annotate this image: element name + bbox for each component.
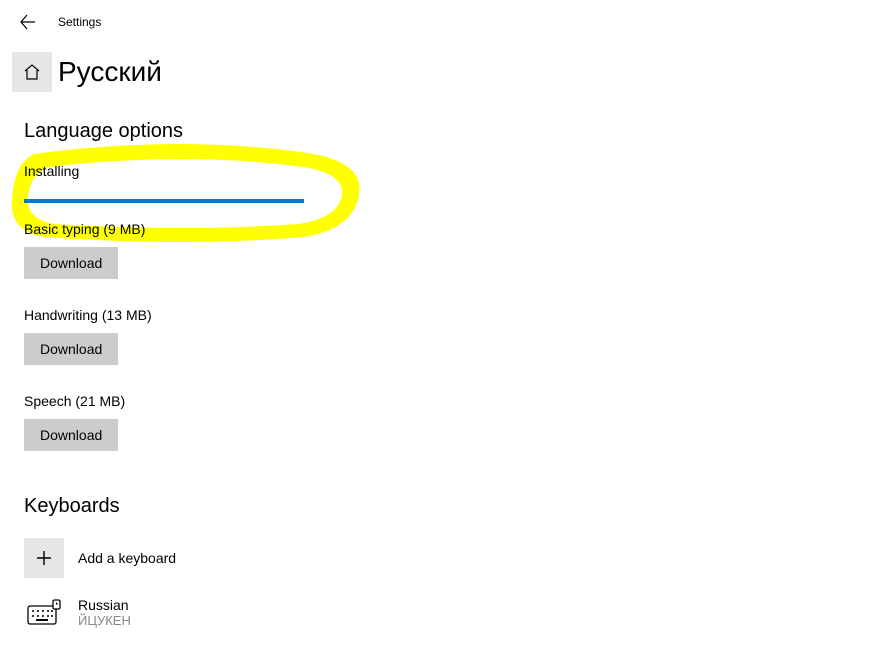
download-handwriting-button[interactable]: Download <box>24 333 118 365</box>
app-name: Settings <box>58 15 101 29</box>
keyboard-icon-box <box>24 592 64 632</box>
basic-typing-label: Basic typing (9 MB) <box>24 221 872 237</box>
add-keyboard-label: Add a keyboard <box>78 550 176 566</box>
keyboard-name: Russian <box>78 597 131 613</box>
home-icon <box>23 63 41 81</box>
installing-status: Installing <box>24 163 872 179</box>
back-arrow-icon <box>20 14 36 30</box>
keyboard-item-russian[interactable]: Russian ЙЦУКЕН <box>24 592 872 632</box>
speech-label: Speech (21 MB) <box>24 393 872 409</box>
keyboard-layout: ЙЦУКЕН <box>78 613 131 628</box>
plus-icon <box>35 549 53 567</box>
home-button[interactable] <box>12 52 52 92</box>
page-title: Русский <box>58 56 162 88</box>
download-speech-button[interactable]: Download <box>24 419 118 451</box>
language-options-heading: Language options <box>24 120 872 143</box>
download-basic-typing-button[interactable]: Download <box>24 247 118 279</box>
keyboards-heading: Keyboards <box>24 495 872 518</box>
handwriting-label: Handwriting (13 MB) <box>24 307 872 323</box>
add-keyboard-icon-box <box>24 538 64 578</box>
add-keyboard-button[interactable]: Add a keyboard <box>24 538 872 578</box>
back-button[interactable] <box>20 14 36 30</box>
keyboard-icon <box>27 598 61 626</box>
install-progress-bar <box>24 199 304 203</box>
